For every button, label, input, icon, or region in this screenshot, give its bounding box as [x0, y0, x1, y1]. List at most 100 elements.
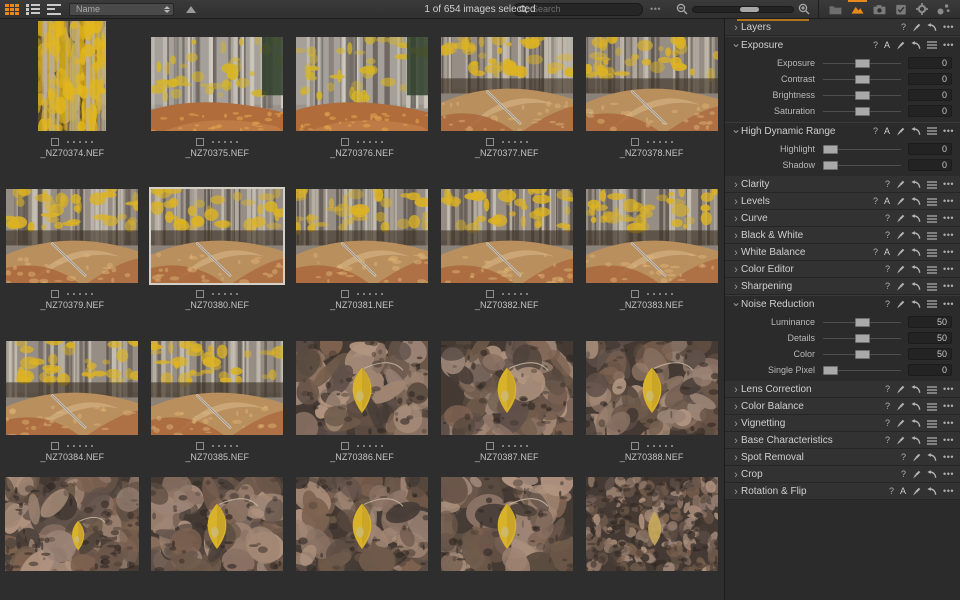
pin-icon[interactable] [896, 402, 905, 411]
rating-star[interactable] [664, 292, 667, 295]
rating-star[interactable] [513, 292, 516, 295]
pin-icon[interactable] [896, 419, 905, 428]
rating-star[interactable] [374, 292, 377, 295]
more-icon[interactable]: ••• [943, 214, 954, 223]
thumbnail-cell[interactable]: _NZ70374.NEF [0, 19, 145, 171]
thumbnail-cell[interactable]: _NZ70388.NEF [579, 323, 724, 475]
chevron-right-icon[interactable]: › [731, 401, 741, 413]
rating-star[interactable] [362, 140, 365, 143]
slider-track[interactable] [823, 363, 901, 377]
thumbnail-cell[interactable]: _NZ70387.NEF [434, 323, 579, 475]
search-input[interactable]: Search [513, 2, 644, 16]
rating-star[interactable] [513, 140, 516, 143]
menu-icon[interactable] [927, 419, 938, 428]
rating-star[interactable] [73, 292, 76, 295]
more-icon[interactable]: ••• [943, 419, 954, 428]
panel-header-layers[interactable]: › Layers? ••• [725, 19, 960, 36]
select-checkbox[interactable] [340, 441, 349, 450]
rating-star[interactable] [380, 140, 383, 143]
thumbnail-image[interactable] [5, 477, 140, 571]
select-checkbox[interactable] [485, 137, 494, 146]
thumbnail-image[interactable] [295, 477, 428, 571]
rating-star[interactable] [507, 292, 510, 295]
help-icon[interactable]: ? [873, 126, 878, 136]
chevron-right-icon[interactable]: › [731, 247, 741, 259]
reset-icon[interactable] [911, 197, 921, 206]
search-overflow-icon[interactable]: ••• [643, 4, 668, 14]
reset-icon[interactable] [911, 231, 921, 240]
chevron-right-icon[interactable]: › [731, 435, 741, 447]
batch-tab[interactable] [937, 0, 950, 19]
slider-knob[interactable] [854, 317, 870, 327]
panel-header-crop[interactable]: › Crop? ••• [725, 466, 960, 483]
pin-icon[interactable] [896, 197, 905, 206]
rating-stars[interactable] [212, 292, 239, 295]
panel-header-white-balance[interactable]: › White Balance? A ••• [725, 244, 960, 261]
menu-icon[interactable] [927, 214, 938, 223]
menu-icon[interactable] [927, 402, 938, 411]
slider-value-field[interactable]: 50 [908, 316, 952, 328]
menu-icon[interactable] [927, 436, 938, 445]
slider-knob[interactable] [854, 58, 870, 68]
chevron-right-icon[interactable]: › [731, 452, 741, 464]
thumbnail-image[interactable] [6, 189, 139, 283]
panel-header-spot-removal[interactable]: › Spot Removal? ••• [725, 449, 960, 466]
rating-star[interactable] [525, 140, 528, 143]
more-icon[interactable]: ••• [943, 40, 954, 50]
rating-star[interactable] [374, 444, 377, 447]
help-icon[interactable]: ? [901, 453, 906, 462]
rating-star[interactable] [525, 292, 528, 295]
help-icon[interactable]: ? [885, 299, 890, 309]
chevron-down-icon[interactable]: ⌄ [731, 36, 741, 50]
rating-stars[interactable] [501, 140, 528, 143]
auto-icon[interactable]: A [884, 126, 890, 136]
menu-icon[interactable] [927, 282, 938, 291]
thumbnail-cell-selected[interactable]: _NZ70380.NEF [145, 171, 290, 323]
pin-icon[interactable] [912, 453, 921, 462]
rating-star[interactable] [73, 444, 76, 447]
auto-icon[interactable]: A [884, 248, 890, 257]
rating-star[interactable] [652, 292, 655, 295]
slider-value-field[interactable]: 0 [908, 105, 952, 117]
help-icon[interactable]: ? [885, 214, 890, 223]
panel-header-lens-correction[interactable]: › Lens Correction? ••• [725, 381, 960, 398]
thumbnail-image[interactable] [151, 189, 284, 283]
rating-star[interactable] [230, 292, 233, 295]
more-icon[interactable]: ••• [943, 487, 954, 496]
more-icon[interactable]: ••• [943, 453, 954, 462]
thumbnail-image[interactable] [440, 477, 573, 571]
rating-star[interactable] [670, 292, 673, 295]
adjustments-panel[interactable]: › Layers? ••• ⌄ Exposure? A ••• Exposure 0 Contra… [724, 19, 960, 600]
select-checkbox[interactable] [51, 289, 60, 298]
thumbnail-image[interactable] [295, 341, 428, 435]
rating-star[interactable] [236, 444, 239, 447]
zoom-in-icon[interactable] [798, 3, 810, 15]
chevron-right-icon[interactable]: › [731, 469, 741, 481]
rating-stars[interactable] [501, 444, 528, 447]
rating-star[interactable] [368, 140, 371, 143]
chevron-right-icon[interactable]: › [731, 486, 741, 498]
rating-star[interactable] [218, 292, 221, 295]
thumbnail-cell[interactable] [0, 475, 145, 585]
more-icon[interactable]: ••• [943, 180, 954, 189]
rating-star[interactable] [368, 444, 371, 447]
rating-star[interactable] [380, 444, 383, 447]
reset-icon[interactable] [927, 487, 937, 496]
thumbnail-image[interactable] [440, 341, 573, 435]
slider-track[interactable] [823, 347, 901, 361]
reset-icon[interactable] [911, 265, 921, 274]
rating-star[interactable] [224, 444, 227, 447]
slider-track[interactable] [823, 72, 901, 86]
sort-field-select[interactable]: Name [69, 2, 174, 16]
help-icon[interactable]: ? [885, 385, 890, 394]
rating-star[interactable] [362, 292, 365, 295]
rating-star[interactable] [79, 140, 82, 143]
slider-track[interactable] [823, 315, 901, 329]
zoom-slider-track[interactable] [692, 5, 794, 13]
pin-icon[interactable] [912, 487, 921, 496]
slider-track[interactable] [823, 56, 901, 70]
rating-star[interactable] [501, 140, 504, 143]
rating-star[interactable] [85, 444, 88, 447]
reset-icon[interactable] [911, 402, 921, 411]
menu-icon[interactable] [927, 231, 938, 240]
